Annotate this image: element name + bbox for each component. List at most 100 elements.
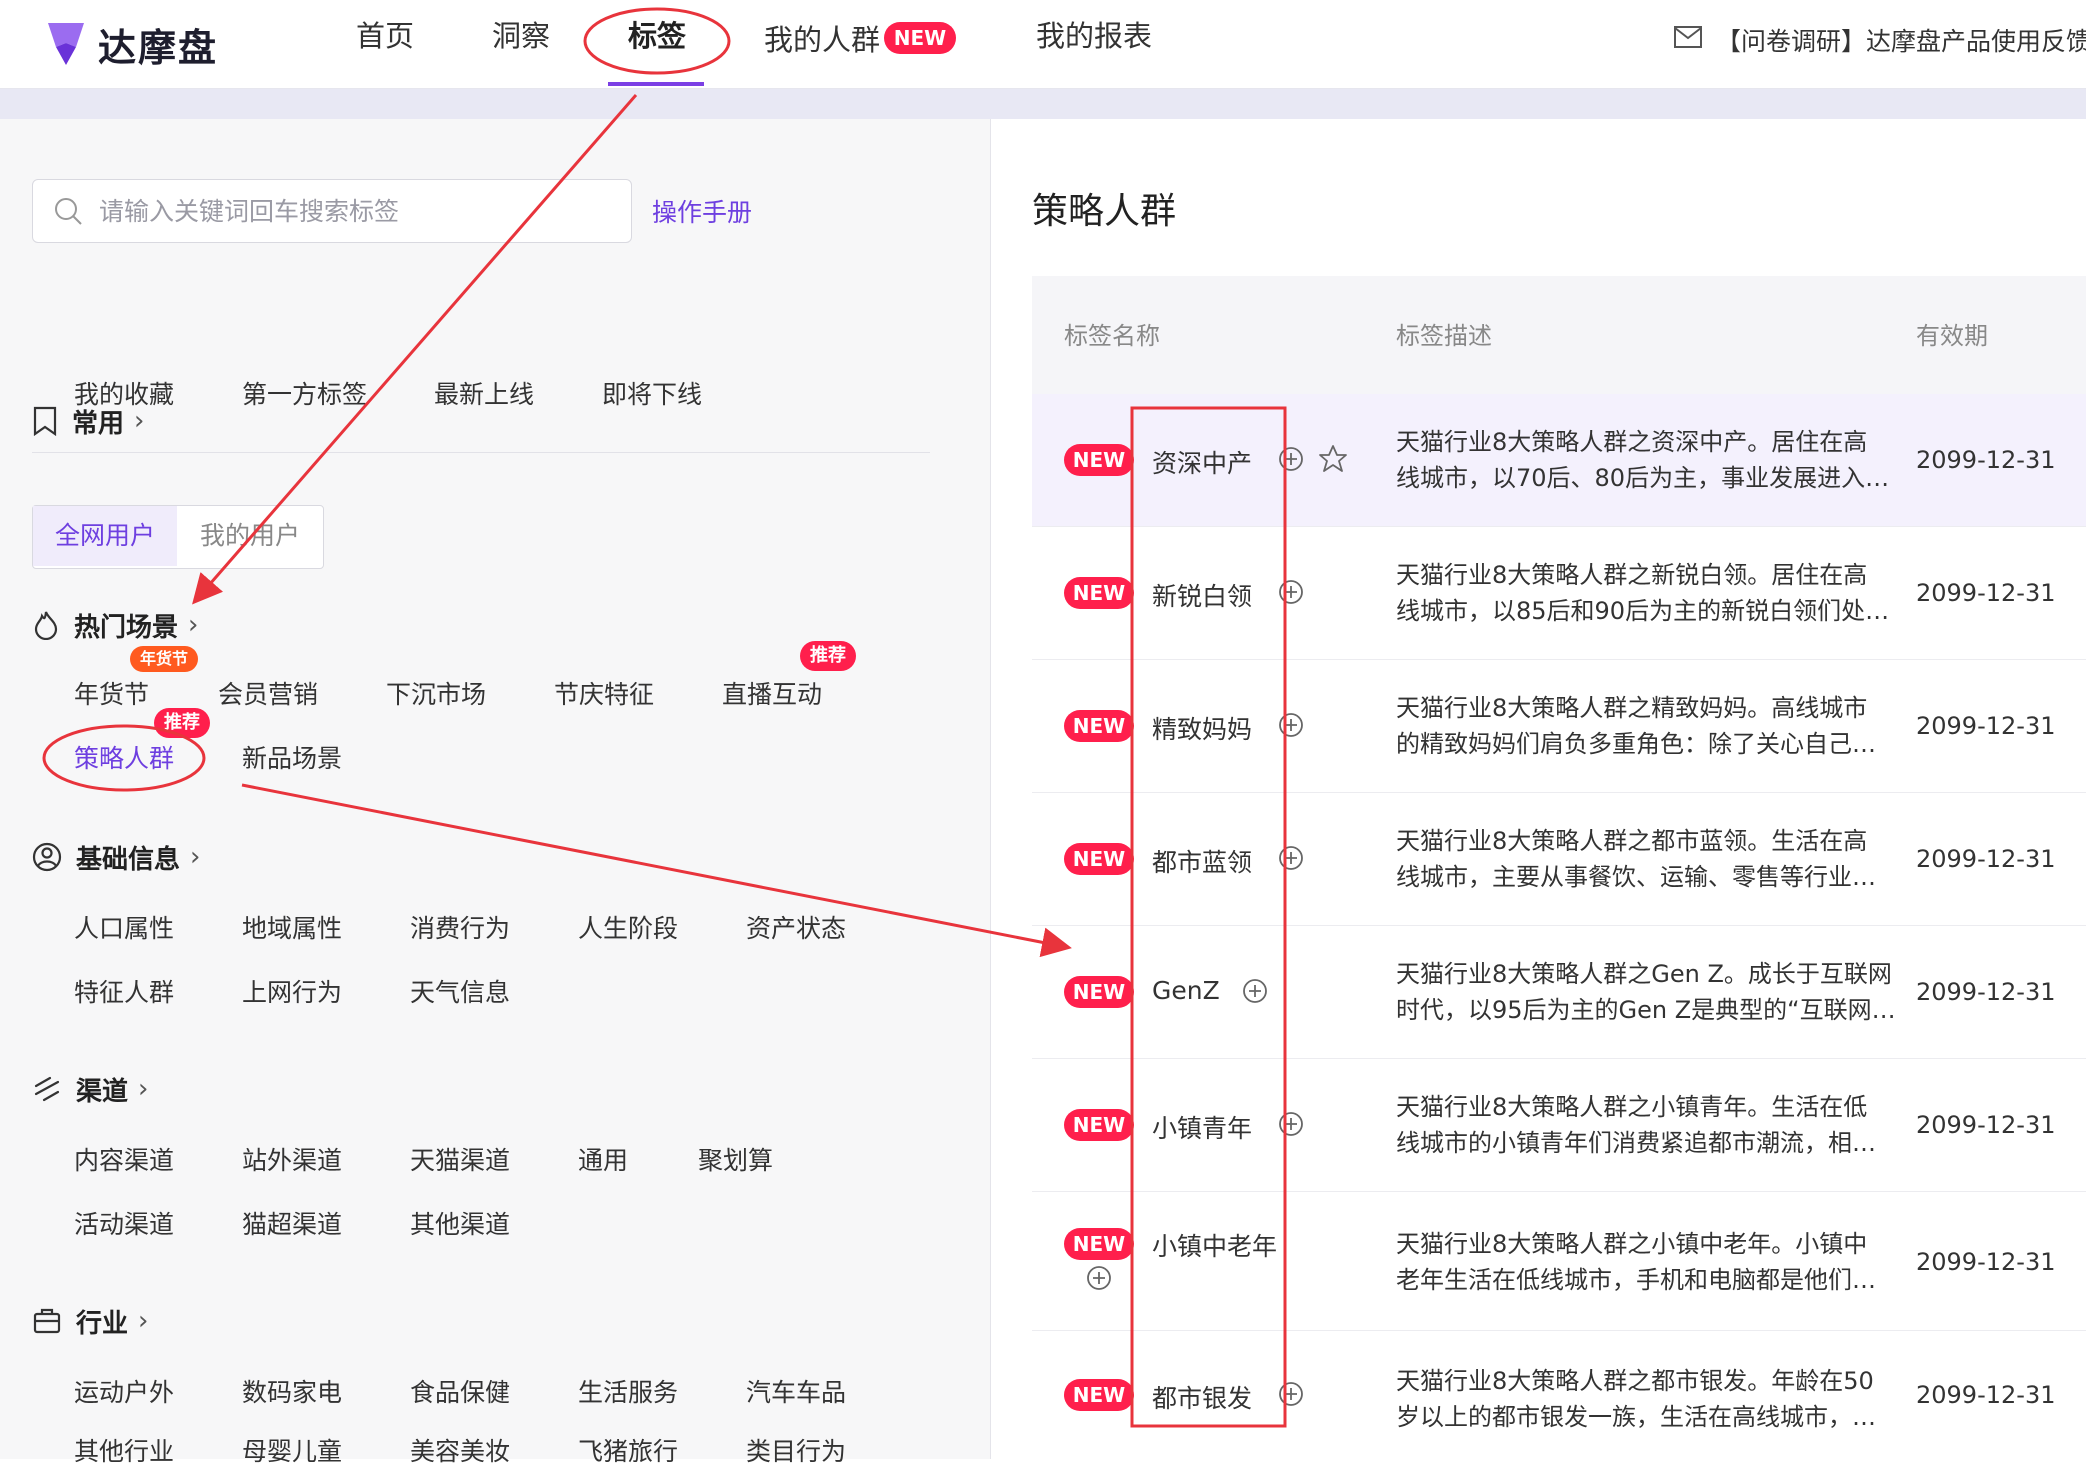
manual-link[interactable]: 操作手册: [652, 193, 752, 229]
tag-festival-features[interactable]: 节庆特征: [554, 675, 654, 711]
nav-tags[interactable]: 标签: [628, 14, 686, 58]
tag-general[interactable]: 通用: [578, 1141, 628, 1177]
tag-lower-tier-market[interactable]: 下沉市场: [386, 675, 486, 711]
nav-my-crowd[interactable]: 我的人群: [764, 18, 880, 62]
tag-asset-status[interactable]: 资产状态: [746, 909, 846, 945]
tag-name[interactable]: 精致妈妈: [1152, 710, 1252, 746]
section-industry[interactable]: 行业 ›: [32, 1301, 148, 1341]
user-scope-toggle: 全网用户 我的用户: [32, 505, 324, 569]
new-badge: NEW: [884, 22, 956, 54]
validity-date: 2099-12-31: [1916, 1381, 2056, 1409]
tag-name[interactable]: 都市银发: [1152, 1379, 1252, 1415]
table-row[interactable]: NEW 新锐白领 天猫行业8大策略人群之新锐白领。居住在高 线城市，以85后和9…: [1032, 527, 2086, 660]
tag-my-favorites[interactable]: 我的收藏: [74, 375, 174, 411]
tag-description: 天猫行业8大策略人群之小镇中老年。小镇中 老年生活在低线城市，手机和电脑都是他们…: [1396, 1226, 1896, 1298]
table-header: 标签名称 标签描述 有效期: [1032, 276, 2086, 394]
tag-consumption[interactable]: 消费行为: [410, 909, 510, 945]
add-circle-icon[interactable]: [1278, 845, 1304, 871]
section-channel[interactable]: 渠道 ›: [32, 1069, 148, 1109]
section-industry-title: 行业: [76, 1308, 129, 1339]
tag-offsite-channel[interactable]: 站外渠道: [242, 1141, 342, 1177]
new-badge: NEW: [1064, 843, 1134, 875]
section-divider: [32, 452, 930, 453]
tag-other-channel[interactable]: 其他渠道: [410, 1205, 510, 1241]
scope-my-users[interactable]: 我的用户: [177, 506, 323, 566]
nav-my-reports[interactable]: 我的报表: [1036, 14, 1152, 58]
tag-content-channel[interactable]: 内容渠道: [74, 1141, 174, 1177]
section-hot-scenes[interactable]: 热门场景 ›: [32, 605, 198, 645]
tag-name[interactable]: 新锐白领: [1152, 577, 1252, 613]
tag-new-product-scene[interactable]: 新品场景: [242, 739, 342, 775]
bookmark-icon: [33, 406, 57, 436]
tag-member-marketing[interactable]: 会员营销: [218, 675, 318, 711]
section-basic-info[interactable]: 基础信息 ›: [32, 837, 200, 877]
tag-auto[interactable]: 汽车车品: [746, 1373, 846, 1409]
tag-other-industry[interactable]: 其他行业: [74, 1432, 174, 1468]
tag-name[interactable]: 小镇中老年: [1152, 1227, 1277, 1263]
tag-description: 天猫行业8大策略人群之小镇青年。生活在低 线城市的小镇青年们消费紧追都市潮流，相…: [1396, 1089, 1896, 1161]
tag-name[interactable]: 小镇青年: [1152, 1109, 1252, 1145]
add-circle-icon[interactable]: [1242, 978, 1268, 1004]
search-icon: [55, 198, 82, 225]
tag-name[interactable]: 资深中产: [1152, 444, 1252, 480]
tag-online-behavior[interactable]: 上网行为: [242, 973, 342, 1009]
tag-weather[interactable]: 天气信息: [410, 973, 510, 1009]
add-circle-icon[interactable]: [1278, 712, 1304, 738]
tag-name[interactable]: 都市蓝领: [1152, 843, 1252, 879]
desc-line-1: 天猫行业8大策略人群之精致妈妈。高线城市: [1396, 694, 1868, 722]
tag-digital-appliances[interactable]: 数码家电: [242, 1373, 342, 1409]
validity-date: 2099-12-31: [1916, 845, 2056, 873]
desc-line-2: 时代，以95后为主的Gen Z是典型的“互联网…: [1396, 996, 1896, 1024]
tag-juhuasuan[interactable]: 聚划算: [698, 1141, 773, 1177]
tag-strategy-crowd[interactable]: 策略人群: [74, 739, 174, 775]
recommend-pill: 推荐: [800, 641, 856, 671]
search-input[interactable]: [97, 190, 621, 232]
survey-notice-link[interactable]: 【问卷调研】达摩盘产品使用反馈问: [1716, 22, 2086, 58]
table-row[interactable]: NEW 精致妈妈 天猫行业8大策略人群之精致妈妈。高线城市 的精致妈妈们肩负多重…: [1032, 660, 2086, 793]
add-circle-icon[interactable]: [1278, 1381, 1304, 1407]
nav-home[interactable]: 首页: [356, 14, 414, 58]
table-row[interactable]: NEW 都市蓝领 天猫行业8大策略人群之都市蓝领。生活在高 线城市，主要从事餐饮…: [1032, 793, 2086, 926]
tag-beauty[interactable]: 美容美妆: [410, 1432, 510, 1468]
tag-sports-outdoor[interactable]: 运动户外: [74, 1373, 174, 1409]
scope-all-users[interactable]: 全网用户: [33, 506, 177, 566]
add-circle-icon[interactable]: [1278, 579, 1304, 605]
tag-fliggy-travel[interactable]: 飞猪旅行: [578, 1432, 678, 1468]
tag-event-channel[interactable]: 活动渠道: [74, 1205, 174, 1241]
star-icon[interactable]: [1318, 444, 1348, 474]
tag-new-year-festival[interactable]: 年货节: [74, 675, 149, 711]
tag-life-stage[interactable]: 人生阶段: [578, 909, 678, 945]
table-row[interactable]: NEW 都市银发 天猫行业8大策略人群之都市银发。年龄在50 岁以上的都市银发一…: [1032, 1331, 2086, 1459]
tag-name[interactable]: GenZ: [1152, 976, 1220, 1005]
tag-first-party[interactable]: 第一方标签: [242, 375, 367, 411]
tag-live-interaction[interactable]: 直播互动: [722, 675, 822, 711]
tag-feature-crowd[interactable]: 特征人群: [74, 973, 174, 1009]
tag-demographics[interactable]: 人口属性: [74, 909, 174, 945]
tag-life-services[interactable]: 生活服务: [578, 1373, 678, 1409]
new-badge: NEW: [1064, 444, 1134, 476]
tag-mother-baby[interactable]: 母婴儿童: [242, 1432, 342, 1468]
tag-category-behavior[interactable]: 类目行为: [746, 1432, 846, 1468]
mail-icon[interactable]: [1674, 26, 1702, 48]
nav-insight[interactable]: 洞察: [492, 14, 550, 58]
table-row[interactable]: NEW GenZ 天猫行业8大策略人群之Gen Z。成长于互联网 时代，以95后…: [1032, 926, 2086, 1059]
tag-going-offline[interactable]: 即将下线: [602, 375, 702, 411]
add-circle-icon[interactable]: [1086, 1265, 1112, 1291]
tag-geography[interactable]: 地域属性: [242, 909, 342, 945]
tag-food-health[interactable]: 食品保健: [410, 1373, 510, 1409]
table-row[interactable]: NEW 资深中产 天猫行业8大策略人群之资深中产。居住在高 线城市，以70后、8…: [1032, 394, 2086, 527]
chevron-right-icon: ›: [190, 842, 201, 872]
table-row[interactable]: NEW 小镇中老年 天猫行业8大策略人群之小镇中老年。小镇中 老年生活在低线城市…: [1032, 1192, 2086, 1331]
tag-newly-online[interactable]: 最新上线: [434, 375, 534, 411]
validity-date: 2099-12-31: [1916, 978, 2056, 1006]
briefcase-icon: [33, 1308, 61, 1334]
tag-tmall-supermarket[interactable]: 猫超渠道: [242, 1205, 342, 1241]
desc-line-1: 天猫行业8大策略人群之都市银发。年龄在50: [1396, 1367, 1874, 1395]
tag-tmall-channel[interactable]: 天猫渠道: [410, 1141, 510, 1177]
add-circle-icon[interactable]: [1278, 446, 1304, 472]
channel-icon: [34, 1076, 60, 1102]
brand-logo[interactable]: 达摩盘: [44, 14, 264, 74]
add-circle-icon[interactable]: [1278, 1111, 1304, 1137]
desc-line-2: 老年生活在低线城市，手机和电脑都是他们…: [1396, 1266, 1876, 1294]
table-row[interactable]: NEW 小镇青年 天猫行业8大策略人群之小镇青年。生活在低 线城市的小镇青年们消…: [1032, 1059, 2086, 1192]
